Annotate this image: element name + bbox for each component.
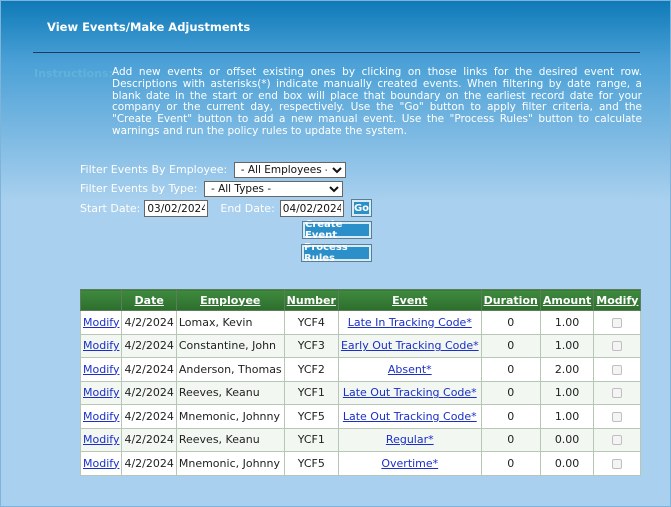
- modify-link[interactable]: Modify: [83, 363, 119, 376]
- table-row: Modify 4/2/2024 Mnemonic, Johnny YCF5 La…: [79, 404, 642, 429]
- cell-amount: 1.00: [539, 380, 595, 405]
- modify-link[interactable]: Modify: [83, 386, 119, 399]
- cell-employee: Lomax, Kevin: [175, 310, 285, 335]
- employee-filter-select[interactable]: - All Employees -: [233, 162, 346, 178]
- cell-amount: 1.00: [539, 333, 595, 358]
- process-rules-button[interactable]: Process Rules: [301, 242, 372, 264]
- header-actions: [79, 289, 123, 311]
- cell-date: 4/2/2024: [121, 333, 177, 358]
- cell-employee: Constantine, John: [175, 333, 285, 358]
- table-row: Modify 4/2/2024 Anderson, Thomas YCF2 Ab…: [79, 357, 642, 382]
- header-date[interactable]: Date: [121, 289, 177, 311]
- type-filter-label: Filter Events by Type:: [80, 182, 198, 195]
- start-date-input[interactable]: [144, 200, 209, 217]
- cell-amount: 2.00: [539, 357, 595, 382]
- event-link[interactable]: Regular*: [386, 433, 434, 446]
- cell-duration: 0: [480, 310, 541, 335]
- cell-number: YCF4: [283, 310, 339, 335]
- title-divider: [33, 52, 640, 53]
- cell-employee: Reeves, Keanu: [175, 427, 285, 452]
- cell-date: 4/2/2024: [121, 357, 177, 382]
- cell-number: YCF5: [283, 451, 339, 476]
- cell-number: YCF1: [283, 427, 339, 452]
- events-table: Date Employee Number Event Duration Amou…: [79, 289, 642, 476]
- event-link[interactable]: Late Out Tracking Code*: [343, 410, 477, 423]
- modify-link[interactable]: Modify: [83, 339, 119, 352]
- header-number[interactable]: Number: [283, 289, 339, 311]
- cell-number: YCF2: [283, 357, 339, 382]
- modify-link[interactable]: Modify: [83, 433, 119, 446]
- modify-checkbox[interactable]: [612, 341, 623, 352]
- modify-checkbox[interactable]: [612, 317, 623, 328]
- date-filter-row: Start Date: End Date:: [80, 200, 344, 217]
- cell-date: 4/2/2024: [121, 404, 177, 429]
- header-event[interactable]: Event: [337, 289, 482, 311]
- end-date-input[interactable]: [279, 200, 344, 217]
- table-header-row: Date Employee Number Event Duration Amou…: [79, 289, 642, 311]
- cell-date: 4/2/2024: [121, 310, 177, 335]
- event-link[interactable]: Absent*: [388, 363, 432, 376]
- cell-date: 4/2/2024: [121, 380, 177, 405]
- event-link[interactable]: Late In Tracking Code*: [348, 316, 472, 329]
- header-amount[interactable]: Amount: [539, 289, 595, 311]
- instructions-label: Instructions:: [34, 67, 113, 80]
- header-employee[interactable]: Employee: [175, 289, 285, 311]
- start-date-label: Start Date:: [80, 202, 141, 215]
- header-duration[interactable]: Duration: [480, 289, 541, 311]
- event-link[interactable]: Late Out Tracking Code*: [343, 386, 477, 399]
- cell-duration: 0: [480, 451, 541, 476]
- cell-amount: 1.00: [539, 404, 595, 429]
- cell-employee: Mnemonic, Johnny: [175, 451, 285, 476]
- cell-duration: 0: [480, 427, 541, 452]
- modify-link[interactable]: Modify: [83, 410, 119, 423]
- modify-checkbox[interactable]: [612, 458, 623, 469]
- cell-duration: 0: [480, 333, 541, 358]
- cell-date: 4/2/2024: [121, 427, 177, 452]
- cell-employee: Anderson, Thomas: [175, 357, 285, 382]
- header-modify[interactable]: Modify: [593, 289, 642, 311]
- cell-number: YCF1: [283, 380, 339, 405]
- page-frame: View Events/Make Adjustments Instruction…: [0, 0, 671, 507]
- modify-link[interactable]: Modify: [83, 457, 119, 470]
- end-date-label: End Date:: [220, 202, 275, 215]
- type-filter-select[interactable]: - All Types -: [203, 181, 343, 197]
- page-title: View Events/Make Adjustments: [47, 20, 251, 34]
- modify-checkbox[interactable]: [612, 364, 623, 375]
- cell-number: YCF3: [283, 333, 339, 358]
- type-filter-row: Filter Events by Type: - All Types -: [80, 181, 343, 197]
- create-event-button[interactable]: Create Event: [302, 219, 372, 241]
- cell-duration: 0: [480, 357, 541, 382]
- event-link[interactable]: Overtime*: [381, 457, 438, 470]
- modify-checkbox[interactable]: [612, 435, 623, 446]
- employee-filter-label: Filter Events By Employee:: [80, 163, 228, 176]
- cell-duration: 0: [480, 404, 541, 429]
- event-link[interactable]: Early Out Tracking Code*: [341, 339, 479, 352]
- cell-employee: Mnemonic, Johnny: [175, 404, 285, 429]
- cell-amount: 0.00: [539, 427, 595, 452]
- cell-duration: 0: [480, 380, 541, 405]
- cell-employee: Reeves, Keanu: [175, 380, 285, 405]
- go-button[interactable]: Go: [351, 199, 372, 217]
- table-row: Modify 4/2/2024 Reeves, Keanu YCF1 Regul…: [79, 427, 642, 452]
- modify-checkbox[interactable]: [612, 388, 623, 399]
- employee-filter-row: Filter Events By Employee: - All Employe…: [80, 162, 346, 178]
- cell-number: YCF5: [283, 404, 339, 429]
- modify-checkbox[interactable]: [612, 411, 623, 422]
- table-row: Modify 4/2/2024 Mnemonic, Johnny YCF5 Ov…: [79, 451, 642, 476]
- modify-link[interactable]: Modify: [83, 316, 119, 329]
- cell-date: 4/2/2024: [121, 451, 177, 476]
- table-row: Modify 4/2/2024 Constantine, John YCF3 E…: [79, 333, 642, 358]
- instructions-text: Add new events or offset existing ones b…: [112, 66, 642, 137]
- table-row: Modify 4/2/2024 Reeves, Keanu YCF1 Late …: [79, 380, 642, 405]
- table-row: Modify 4/2/2024 Lomax, Kevin YCF4 Late I…: [79, 310, 642, 335]
- cell-amount: 1.00: [539, 310, 595, 335]
- cell-amount: 0.00: [539, 451, 595, 476]
